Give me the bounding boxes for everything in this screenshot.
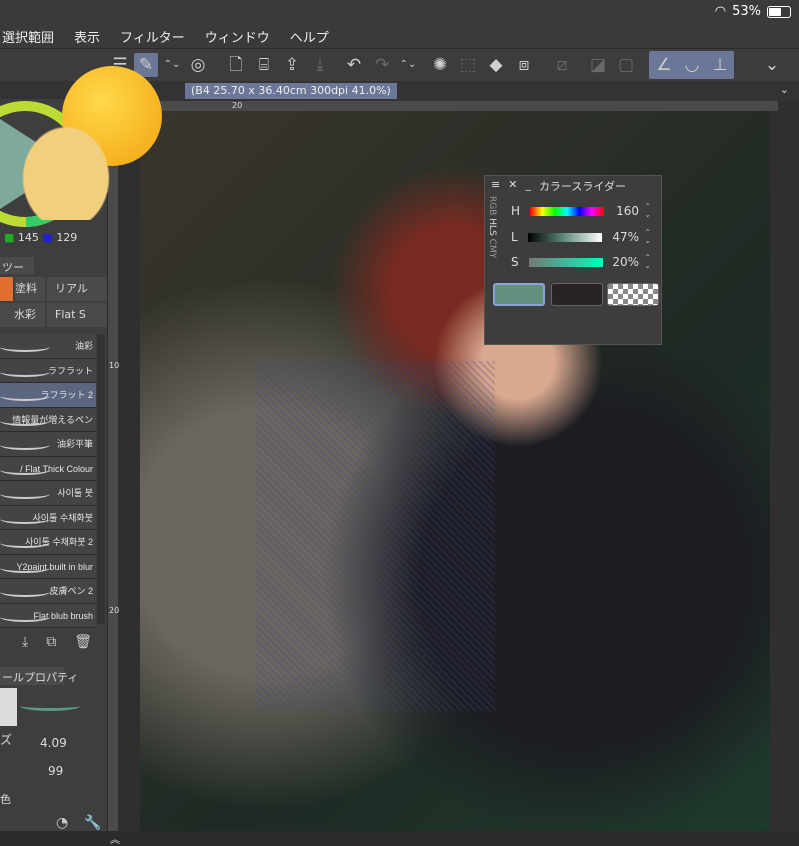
color-label: 色 bbox=[0, 793, 11, 806]
undo-icon[interactable]: ↶ bbox=[342, 53, 366, 77]
menu-view[interactable]: 表示 bbox=[74, 27, 100, 46]
brush-list: 油彩 ラフラット ラフラット 2 情報量が増えるペン 油彩平筆 / Flat Thick … bbox=[0, 334, 96, 628]
battery-percent: 53% bbox=[732, 4, 761, 19]
import-icon[interactable]: ⤓ bbox=[22, 634, 28, 650]
group-flat[interactable]: Flat S bbox=[47, 303, 107, 327]
artwork-canvas[interactable] bbox=[140, 111, 770, 831]
tab-rgb[interactable]: RGB bbox=[487, 196, 497, 215]
hue-slider[interactable]: H 160 ⌃ ⌄ bbox=[511, 201, 655, 221]
thumbs-up-emoji bbox=[0, 100, 110, 220]
battery-icon bbox=[767, 5, 791, 18]
fill-selection-icon[interactable]: ◪ bbox=[586, 53, 610, 77]
save-icon[interactable]: ⤓ bbox=[308, 53, 332, 77]
status-bar: ◠ 53% bbox=[0, 0, 799, 24]
chevron-up-icon[interactable]: ︽ bbox=[110, 831, 120, 846]
group-paint[interactable]: 塗料 bbox=[15, 277, 45, 301]
brush-size-value[interactable]: 4.09 bbox=[40, 736, 67, 750]
main-color-swatch[interactable] bbox=[493, 283, 545, 306]
border-icon[interactable]: ▢ bbox=[614, 53, 638, 77]
brush-list-scrollbar[interactable] bbox=[97, 334, 105, 624]
brush-item[interactable]: ラフラット 2 bbox=[0, 383, 96, 408]
tab-hls[interactable]: HLS bbox=[487, 218, 497, 236]
brush-item[interactable]: 情報量が増えるペン bbox=[0, 407, 96, 432]
paint-icon bbox=[0, 277, 13, 301]
tab-cmy[interactable]: CMY bbox=[487, 239, 497, 259]
close-icon[interactable]: ✕ bbox=[508, 178, 517, 194]
fill-icon[interactable]: ◆ bbox=[484, 53, 508, 77]
chevron-down-icon[interactable]: ⌄ bbox=[760, 53, 784, 77]
brush-item[interactable]: ラフラット bbox=[0, 358, 96, 383]
ruler-label: 20 bbox=[232, 101, 243, 110]
menu-window[interactable]: ウィンドウ bbox=[205, 27, 270, 46]
menu-filter[interactable]: フィルター bbox=[120, 27, 185, 46]
new-file-icon[interactable]: 🗋 bbox=[224, 53, 248, 77]
deselect-icon[interactable]: ✺ bbox=[428, 53, 452, 77]
chevron-down-icon[interactable]: ⌄ bbox=[780, 83, 789, 96]
brush-item[interactable]: 사이툴 수채화붓 bbox=[0, 505, 96, 530]
brush-preview bbox=[0, 688, 17, 726]
document-tab[interactable]: (B4 25.70 x 36.40cm 300dpi 41.0%) bbox=[185, 83, 397, 99]
menu-bar: 選択範囲 表示 フィルター ウィンドウ ヘルプ bbox=[0, 24, 799, 48]
horizontal-ruler: 20 bbox=[118, 101, 778, 111]
subtool-tab[interactable]: ツール bbox=[0, 257, 34, 290]
opacity-value[interactable]: 99 bbox=[48, 764, 63, 778]
saturation-slider[interactable]: S 20% ⌃ ⌄ bbox=[511, 252, 655, 272]
ruler-snap-icon[interactable]: ∠ bbox=[652, 53, 676, 77]
menu-help[interactable]: ヘルプ bbox=[290, 27, 329, 46]
rgb-values: ■ 145 ■ 129 bbox=[4, 231, 78, 244]
menu-icon[interactable]: ≡ bbox=[491, 178, 500, 194]
redo-icon[interactable]: ↷ bbox=[370, 53, 394, 77]
lightness-slider[interactable]: L 47% ⌃ ⌄ bbox=[511, 227, 655, 247]
brush-item[interactable]: 皮膚ペン 2 bbox=[0, 579, 96, 604]
selection-icon[interactable]: ⬚ bbox=[456, 53, 480, 77]
color-slider-panel: ≡ ✕ _ カラースライダー RGB HLS CMY H 160 ⌃ ⌄ L 47% ⌃ ⌄ S2… bbox=[484, 175, 662, 345]
brush-item[interactable]: Flat blub brush bbox=[0, 603, 96, 628]
trash-icon[interactable]: 🗑 bbox=[74, 634, 92, 650]
open-folder-icon[interactable]: ⌸ bbox=[252, 53, 276, 77]
tool-property-tab[interactable]: ールプロパティ bbox=[0, 667, 78, 685]
brush-item[interactable]: 사이툴 붓 bbox=[0, 481, 96, 506]
minimize-icon[interactable]: _ bbox=[525, 178, 531, 194]
brush-item[interactable]: 사이툴 수채화붓 2 bbox=[0, 530, 96, 555]
duplicate-icon[interactable]: ⧉ bbox=[46, 634, 56, 650]
brush-item[interactable]: / Flat Thick Colour bbox=[0, 456, 96, 481]
ruler-label: 20 bbox=[109, 606, 120, 615]
brush-item[interactable]: Y2paint built in blur bbox=[0, 554, 96, 579]
group-watercolor[interactable]: 水彩 bbox=[0, 303, 45, 327]
ruler-label: 10 bbox=[109, 361, 120, 370]
chevron-updown-icon[interactable]: ⌃⌄ bbox=[160, 53, 184, 77]
subtool-groups: 塗料 リアル 水彩 Flat S bbox=[0, 277, 107, 327]
wifi-icon: ◠ bbox=[714, 4, 727, 19]
spiral-icon[interactable]: ◎ bbox=[186, 53, 210, 77]
watermark bbox=[255, 361, 495, 711]
menu-select[interactable]: 選択範囲 bbox=[2, 27, 54, 46]
timer-icon[interactable]: ◔ bbox=[56, 815, 68, 831]
transparent-swatch[interactable] bbox=[607, 283, 659, 306]
stroke-preview bbox=[20, 701, 80, 711]
grid-snap-icon[interactable]: ⊥ bbox=[708, 53, 732, 77]
sub-color-swatch[interactable] bbox=[551, 283, 603, 306]
group-real[interactable]: リアル bbox=[47, 277, 107, 301]
panel-title: カラースライダー bbox=[538, 180, 626, 193]
brush-item[interactable]: 油彩 bbox=[0, 334, 96, 359]
bottom-bar: ︽ bbox=[0, 831, 799, 846]
transform-icon[interactable]: ⧈ bbox=[512, 53, 536, 77]
brush-item[interactable]: 油彩平筆 bbox=[0, 432, 96, 457]
clear-selection-icon[interactable]: ⧄ bbox=[550, 53, 574, 77]
wrench-icon[interactable]: 🔧 bbox=[84, 815, 101, 831]
size-label: ズ bbox=[0, 733, 13, 747]
share-icon[interactable]: ⇪ bbox=[280, 53, 304, 77]
ellipse-snap-icon[interactable]: ◡ bbox=[680, 53, 704, 77]
chevron-updown-icon[interactable]: ⌃⌄ bbox=[396, 53, 420, 77]
